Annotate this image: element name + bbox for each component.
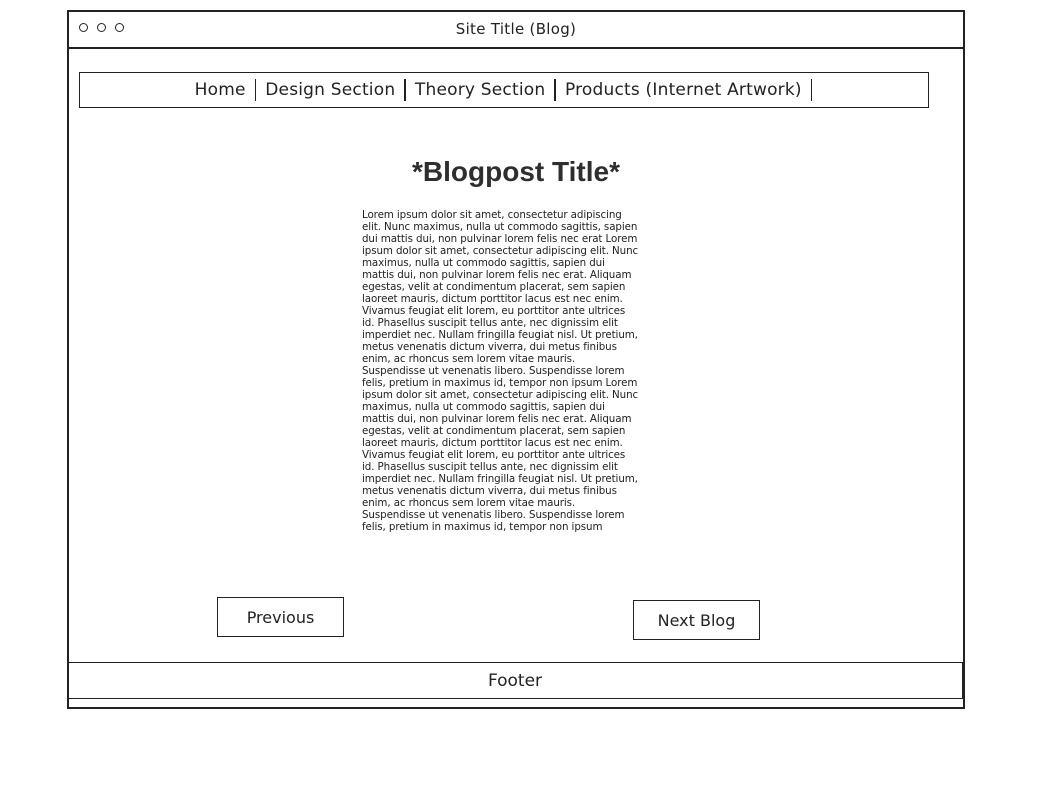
blogpost-body: Lorem ipsum dolor sit amet, consectetur … <box>362 209 639 533</box>
nav-divider <box>404 79 406 101</box>
nav-item-products[interactable]: Products (Internet Artwork) <box>561 80 806 100</box>
main-nav: Home Design Section Theory Section Produ… <box>79 72 929 108</box>
nav-item-theory-section[interactable]: Theory Section <box>411 80 549 100</box>
blogpost-title: *Blogpost Title* <box>412 156 620 187</box>
window-titlebar: Site Title (Blog) <box>69 12 963 49</box>
nav-divider <box>254 79 257 101</box>
next-blog-button[interactable]: Next Blog <box>633 600 760 640</box>
nav-divider <box>810 79 813 101</box>
nav-item-design-section[interactable]: Design Section <box>261 80 399 100</box>
footer: Footer <box>67 662 963 699</box>
nav-divider <box>554 79 556 101</box>
previous-button[interactable]: Previous <box>217 597 344 637</box>
browser-window: Site Title (Blog) Home Design Section Th… <box>67 10 965 709</box>
nav-item-home[interactable]: Home <box>191 80 250 100</box>
window-title: Site Title (Blog) <box>455 20 577 38</box>
